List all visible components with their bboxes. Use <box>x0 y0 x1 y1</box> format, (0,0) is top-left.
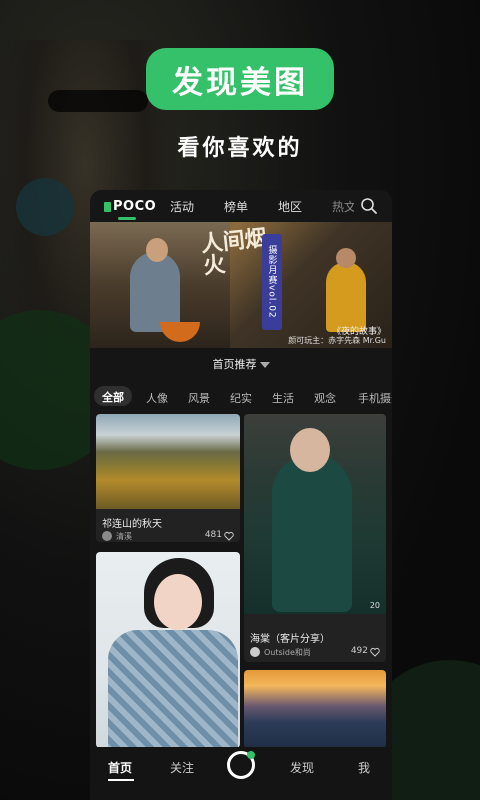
hero-pill-label: 发现美图 <box>172 64 308 101</box>
card-likes: 492 <box>350 646 368 656</box>
phone-screen: POCO 活动 榜单 地区 热文 人间烟火 摄影月赛vol.02 《夜的故事》 … <box>90 190 392 800</box>
card-author: 清溪 <box>116 532 132 541</box>
category-landscape[interactable]: 风景 <box>188 390 210 406</box>
logo-mark-icon <box>104 201 111 212</box>
card-photo-lake <box>244 670 386 748</box>
tab-home-indicator <box>108 779 134 781</box>
tab-me[interactable]: 我 <box>358 759 370 776</box>
category-all[interactable]: 全部 <box>94 386 132 406</box>
photo-card[interactable] <box>244 670 386 748</box>
poco-logo[interactable]: POCO <box>104 199 156 214</box>
top-nav: POCO 活动 榜单 地区 热文 <box>90 190 392 222</box>
nav-item-region[interactable]: 地区 <box>278 198 302 215</box>
banner-cook-figure <box>130 252 180 332</box>
background-sunglasses <box>48 90 148 112</box>
feed-title-text: 首页推荐 <box>212 358 257 371</box>
logo-text: POCO <box>113 199 157 214</box>
category-life[interactable]: 生活 <box>272 390 294 406</box>
card-title: 祁连山的秋天 <box>102 519 162 530</box>
feed-selector[interactable]: 首页推荐 <box>90 356 392 372</box>
hero-subtitle: 看你喜欢的 <box>177 136 303 161</box>
chevron-down-icon <box>259 362 270 368</box>
card-photo-portrait <box>96 552 240 748</box>
card-author: Outside和尚 <box>264 648 311 657</box>
category-mobile[interactable]: 手机摄影 <box>358 390 392 406</box>
bottom-tab-bar: 首页 关注 发现 我 <box>90 747 392 800</box>
nav-item-activity[interactable]: 活动 <box>170 198 194 215</box>
featured-banner[interactable]: 人间烟火 摄影月赛vol.02 《夜的故事》 颜可玩主：赤字先森 Mr.Gu <box>90 222 392 348</box>
heart-icon[interactable] <box>224 531 234 541</box>
tab-home[interactable]: 首页 <box>108 759 132 776</box>
tab-follow[interactable]: 关注 <box>170 759 194 776</box>
avatar <box>102 531 112 541</box>
card-photo-mountain <box>96 414 240 509</box>
banner-worker-figure <box>326 262 366 332</box>
photo-card[interactable]: 祁连山的秋天 清溪 481 <box>96 414 240 542</box>
heart-icon[interactable] <box>370 647 380 657</box>
banner-worker-head <box>336 248 356 268</box>
photo-card[interactable] <box>96 552 240 748</box>
portrait-body <box>108 630 238 748</box>
category-portrait[interactable]: 人像 <box>146 390 168 406</box>
logo-active-indicator <box>118 217 136 220</box>
nav-item-hot-articles[interactable]: 热文 <box>332 198 354 215</box>
category-concept[interactable]: 观念 <box>314 390 336 406</box>
banner-contest-tag: 摄影月赛vol.02 <box>262 234 282 330</box>
qipao-head <box>290 428 330 472</box>
card-photo-qipao: 20 <box>244 414 386 614</box>
category-documentary[interactable]: 纪实 <box>230 390 252 406</box>
portrait-face <box>154 574 202 630</box>
tab-discover[interactable]: 发现 <box>290 759 314 776</box>
camera-accent-dot <box>247 751 255 759</box>
camera-icon[interactable] <box>227 751 255 779</box>
banner-credit: 颜可玩主：赤字先森 Mr.Gu <box>288 336 386 345</box>
card-likes: 481 <box>204 530 222 540</box>
category-tabs: 全部 人像 风景 纪实 生活 观念 手机摄影 <box>90 386 392 408</box>
card-title: 海棠（客片分享） <box>250 634 330 645</box>
photo-card[interactable]: 20 海棠（客片分享） Outside和尚 492 <box>244 414 386 662</box>
search-icon[interactable] <box>360 197 378 215</box>
banner-cook-head <box>146 238 168 262</box>
nav-item-ranking[interactable]: 榜单 <box>224 198 248 215</box>
avatar <box>250 647 260 657</box>
photo-count-badge: 20 <box>369 601 380 610</box>
qipao-figure <box>272 454 352 612</box>
hero-pill: 发现美图 <box>146 48 334 110</box>
decor-circle-teal <box>16 178 74 236</box>
